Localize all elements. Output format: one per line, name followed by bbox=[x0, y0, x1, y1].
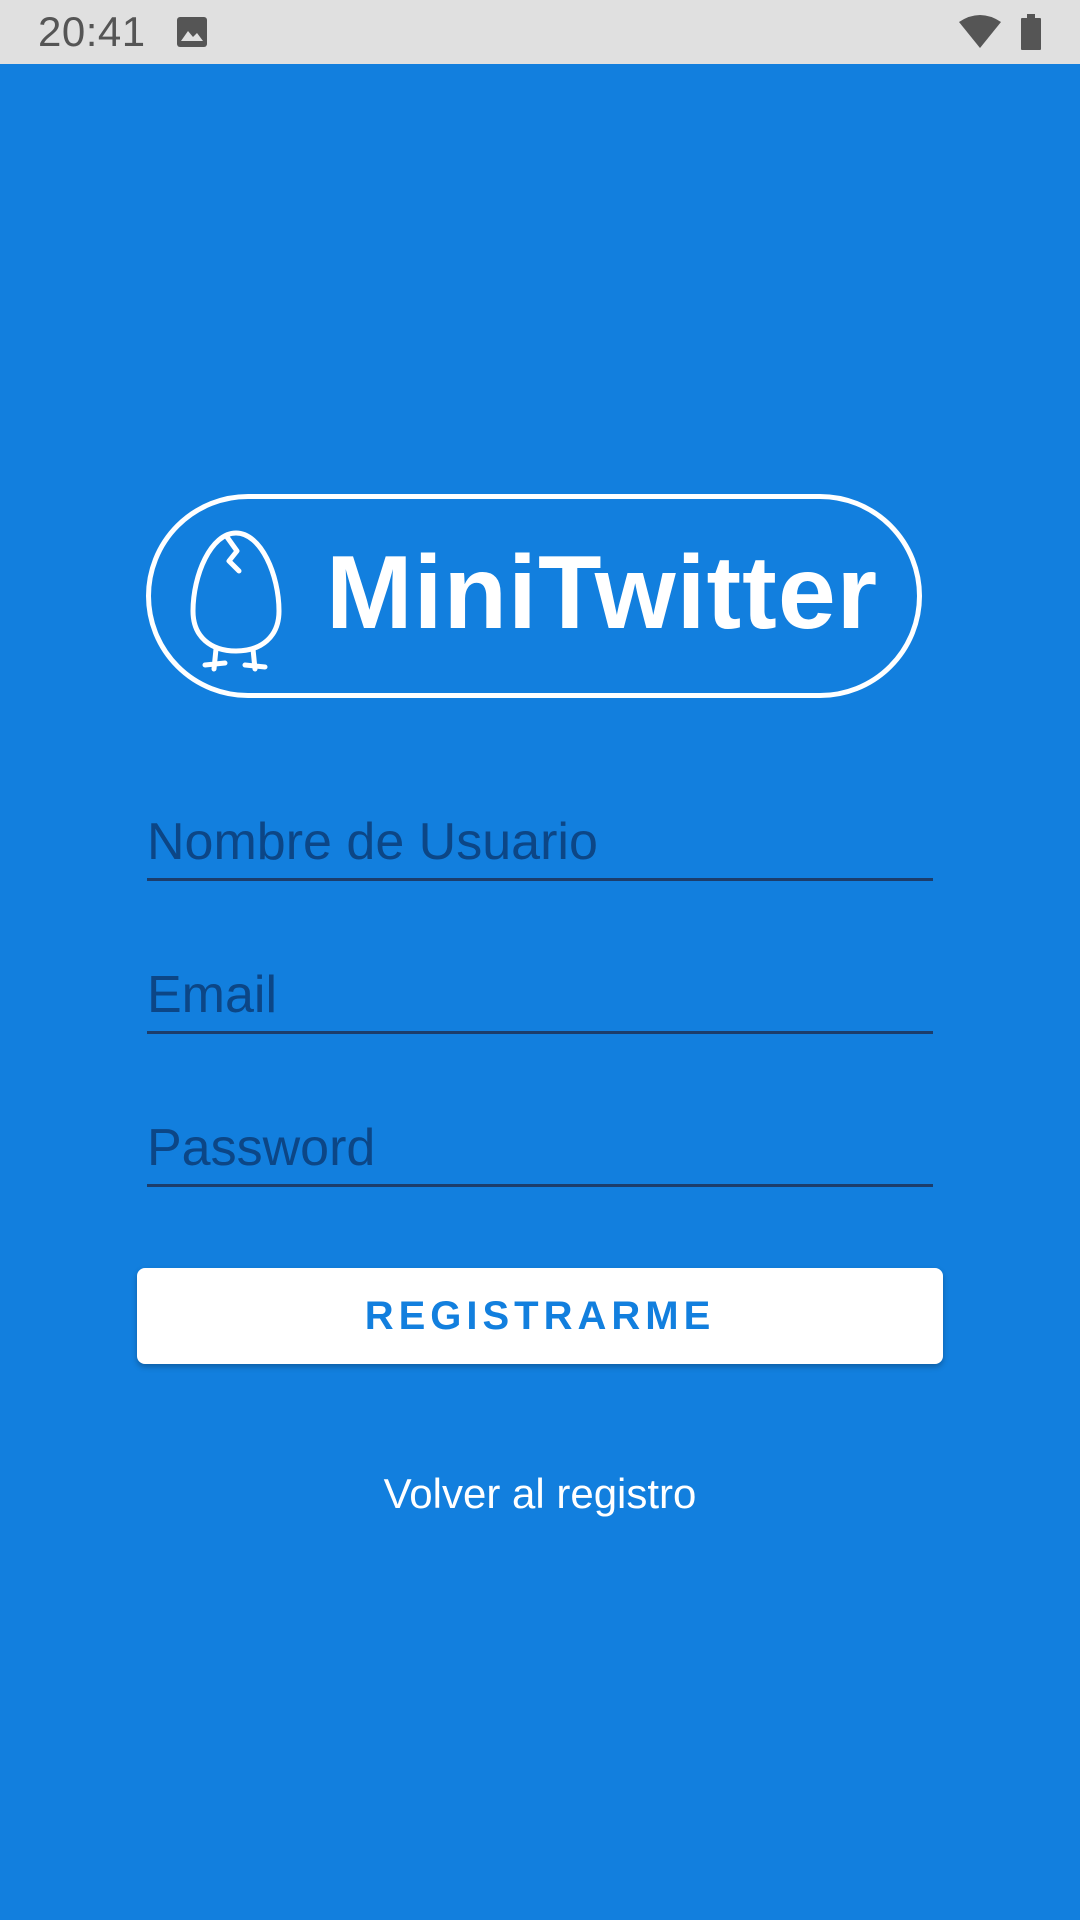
wifi-icon bbox=[959, 15, 1001, 48]
register-button[interactable]: REGISTRARME bbox=[137, 1268, 943, 1364]
logo-text: MiniTwitter bbox=[326, 535, 879, 651]
back-to-register-link[interactable]: Volver al registro bbox=[0, 1470, 1080, 1518]
gallery-icon bbox=[177, 17, 207, 47]
username-input[interactable] bbox=[147, 806, 933, 878]
status-time: 20:41 bbox=[38, 8, 146, 55]
egg-icon bbox=[190, 530, 282, 672]
username-field[interactable] bbox=[147, 806, 933, 881]
register-screen: 20:41 MiniTwitter REGISTRARME Volver al … bbox=[0, 0, 1080, 1920]
app-logo: MiniTwitter bbox=[146, 494, 922, 698]
password-input[interactable] bbox=[147, 1112, 933, 1184]
email-field[interactable] bbox=[147, 959, 933, 1034]
password-field[interactable] bbox=[147, 1112, 933, 1187]
battery-icon bbox=[1021, 14, 1041, 50]
email-input[interactable] bbox=[147, 959, 933, 1031]
status-bar: 20:41 bbox=[0, 0, 1080, 64]
